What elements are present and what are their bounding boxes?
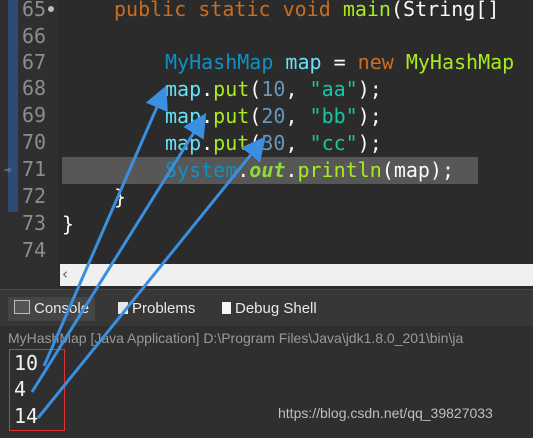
line-number: 68 xyxy=(22,76,47,100)
line-number-gutter: 65 66 67 68 69 70 ➾ 71 72 73 74 xyxy=(0,0,58,289)
line-number: 72 xyxy=(22,184,47,208)
code-line-67[interactable]: MyHashMap map = new MyHashMap xyxy=(165,49,514,76)
console-icon xyxy=(14,300,30,314)
horizontal-scrollbar[interactable]: ‹ xyxy=(60,264,533,286)
console-output-line: 14 xyxy=(14,404,39,428)
line-number: 74 xyxy=(22,238,47,262)
change-marker-strip xyxy=(8,0,18,212)
line-number: 73 xyxy=(22,211,47,235)
code-line-72[interactable]: } xyxy=(114,184,126,211)
tab-console[interactable]: Console xyxy=(8,297,96,321)
code-line-65[interactable]: public static void main(String[] xyxy=(114,0,499,23)
line-number: 67 xyxy=(22,50,47,74)
line-number: 71 xyxy=(22,157,47,181)
debug-shell-icon xyxy=(222,302,231,314)
code-editor[interactable]: 65 66 67 68 69 70 ➾ 71 72 73 74 public s… xyxy=(0,0,533,289)
watermark: https://blog.csdn.net/qq_39827033 xyxy=(278,405,493,421)
line-number: 66 xyxy=(22,24,47,48)
line-number: 70 xyxy=(22,130,47,154)
code-line-68[interactable]: map.put(10, "aa"); xyxy=(165,76,382,103)
fold-toggle-icon[interactable] xyxy=(48,6,54,12)
tab-problems[interactable]: Problems xyxy=(118,297,195,321)
line-number: 65 xyxy=(22,0,47,21)
code-line-69[interactable]: map.put(20, "bb"); xyxy=(165,103,382,130)
tab-debug-shell[interactable]: Debug Shell xyxy=(222,297,317,321)
code-line-73[interactable]: } xyxy=(62,211,74,238)
console-output-line: 4 xyxy=(14,377,27,401)
code-line-71[interactable]: System.out.println(map); xyxy=(165,157,454,184)
console-output-line: 10 xyxy=(14,351,39,375)
line-number: 69 xyxy=(22,103,47,127)
console-tab-bar: Console Problems Debug Shell xyxy=(0,289,533,326)
console-process-description: MyHashMap [Java Application] D:\Program … xyxy=(8,330,464,346)
problems-icon xyxy=(118,302,128,314)
code-line-70[interactable]: map.put(30, "cc"); xyxy=(165,130,382,157)
console-output-area[interactable] xyxy=(0,348,533,438)
debug-pointer-icon: ➾ xyxy=(4,163,12,178)
scroll-left-icon[interactable]: ‹ xyxy=(62,265,68,283)
